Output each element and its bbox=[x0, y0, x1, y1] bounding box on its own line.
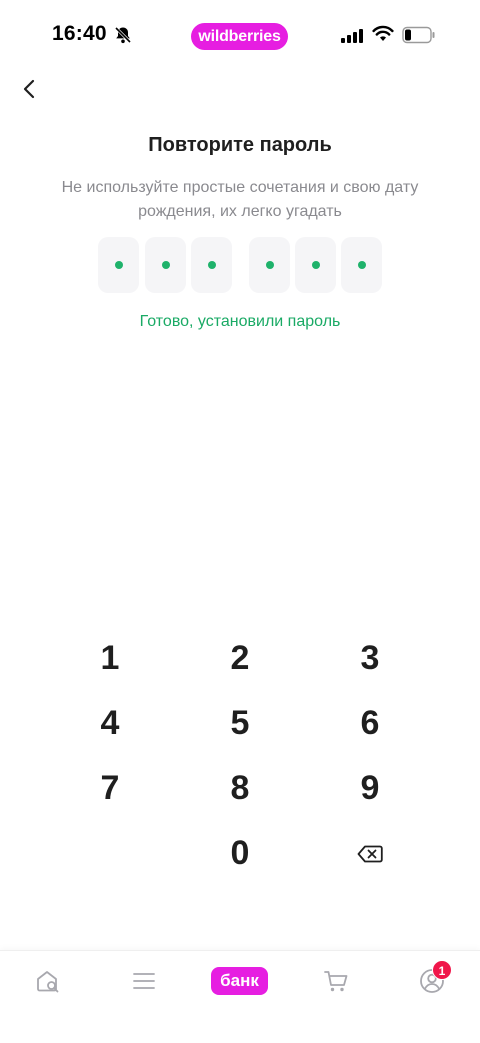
key-7[interactable]: 7 bbox=[45, 756, 175, 821]
key-3[interactable]: 3 bbox=[305, 626, 435, 691]
status-bar: 16:40 wildberries bbox=[0, 0, 480, 72]
pin-box bbox=[295, 237, 336, 293]
page-subtitle: Не используйте простые сочетания и свою … bbox=[61, 179, 419, 220]
nav-bank[interactable]: банк bbox=[211, 963, 268, 999]
brand-logo: wildberries bbox=[191, 23, 288, 50]
key-2[interactable]: 2 bbox=[175, 626, 305, 691]
pin-box bbox=[249, 237, 290, 293]
key-1[interactable]: 1 bbox=[45, 626, 175, 691]
chevron-left-icon bbox=[23, 79, 35, 99]
cart-icon bbox=[324, 971, 348, 992]
nav-home[interactable] bbox=[30, 963, 66, 999]
pin-dot bbox=[114, 261, 123, 269]
home-search-icon bbox=[37, 971, 59, 993]
delete-button[interactable] bbox=[305, 821, 435, 886]
pin-dot bbox=[357, 261, 366, 269]
key-4[interactable]: 4 bbox=[45, 691, 175, 756]
nav-cart[interactable] bbox=[318, 963, 354, 999]
status-time: 16:40 bbox=[52, 22, 107, 45]
key-9[interactable]: 9 bbox=[305, 756, 435, 821]
profile-notification-badge: 1 bbox=[432, 960, 452, 980]
menu-icon bbox=[133, 973, 155, 989]
pin-box bbox=[98, 237, 139, 293]
wifi-icon bbox=[372, 25, 394, 41]
bell-slash-icon bbox=[114, 26, 132, 44]
pin-box bbox=[191, 237, 232, 293]
back-button[interactable] bbox=[14, 74, 44, 104]
pin-box bbox=[341, 237, 382, 293]
backspace-icon bbox=[357, 845, 383, 862]
success-message: Готово, установили пароль bbox=[139, 313, 341, 330]
pin-dot bbox=[265, 261, 274, 269]
page-title: Повторите пароль bbox=[148, 134, 332, 156]
pin-dot bbox=[207, 261, 216, 269]
battery-icon bbox=[402, 26, 435, 44]
bank-label: банк bbox=[211, 967, 268, 995]
pin-dot bbox=[161, 261, 170, 269]
key-8[interactable]: 8 bbox=[175, 756, 305, 821]
numeric-keypad: 1 2 3 4 5 6 7 8 9 0 bbox=[45, 626, 435, 886]
pin-box bbox=[145, 237, 186, 293]
cellular-signal-icon bbox=[341, 29, 363, 43]
bottom-nav: банк bbox=[0, 950, 480, 1043]
key-6[interactable]: 6 bbox=[305, 691, 435, 756]
pin-dot bbox=[311, 261, 320, 269]
key-5[interactable]: 5 bbox=[175, 691, 305, 756]
key-0[interactable]: 0 bbox=[175, 821, 305, 886]
nav-catalog[interactable] bbox=[126, 963, 162, 999]
